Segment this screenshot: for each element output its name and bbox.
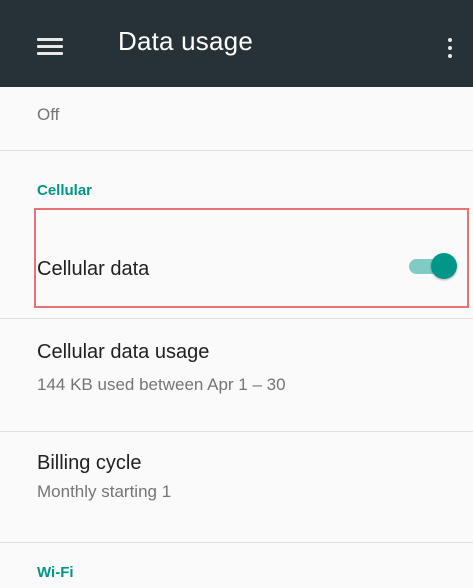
cellular-data-usage-summary: 144 KB used between Apr 1 – 30 [37, 375, 286, 394]
cellular-category-header: Cellular [37, 182, 93, 199]
page-title: Data usage [118, 26, 253, 56]
billing-cycle-summary: Monthly starting 1 [37, 482, 172, 501]
billing-cycle-title: Billing cycle [37, 452, 142, 474]
screen: Data usage Off Cellular Cellular data Ce… [0, 0, 473, 588]
cellular-data-usage-row[interactable]: Cellular data usage 144 KB used between … [0, 319, 473, 431]
billing-cycle-row[interactable]: Billing cycle Monthly starting 1 [0, 432, 473, 542]
highlight-box [34, 208, 469, 308]
cellular-data-usage-title: Cellular data usage [37, 341, 210, 363]
app-bar: Data usage [0, 0, 473, 87]
more-vert-icon[interactable] [440, 36, 460, 62]
divider [0, 150, 473, 151]
previous-setting-row[interactable]: Off [0, 87, 473, 149]
hamburger-menu-icon[interactable] [37, 38, 63, 56]
wifi-category-header: Wi-Fi [37, 564, 74, 581]
previous-setting-summary: Off [37, 105, 60, 124]
divider [0, 542, 473, 543]
